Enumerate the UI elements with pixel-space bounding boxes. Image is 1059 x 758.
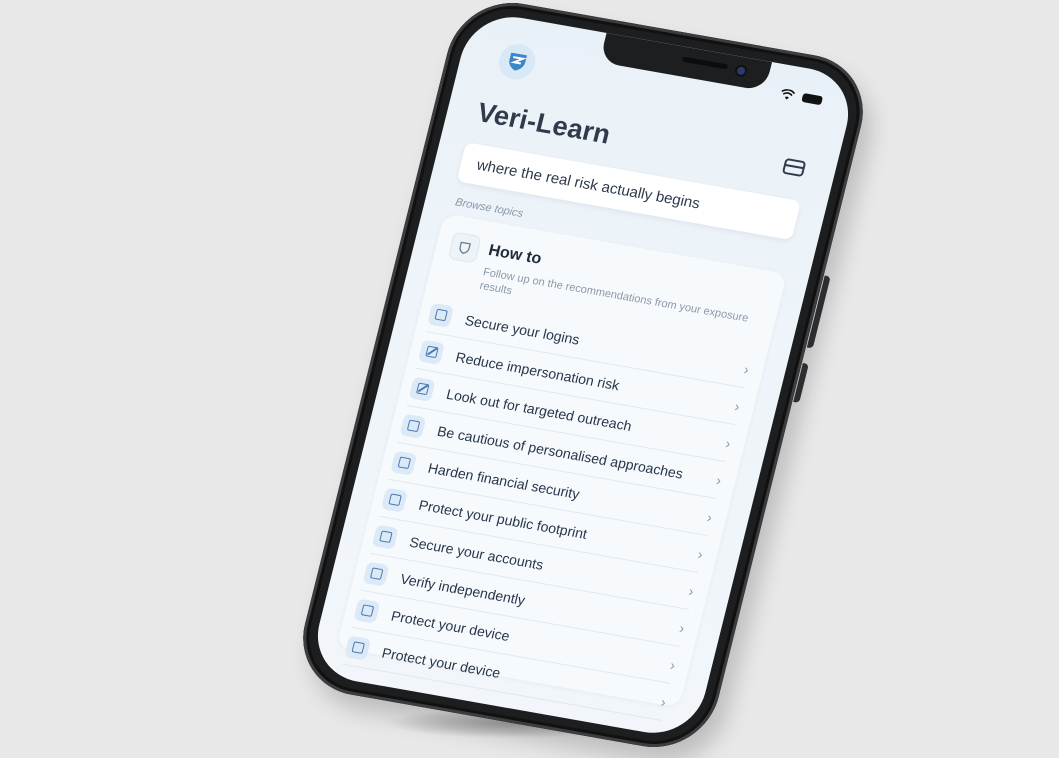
chevron-right-icon: ›	[668, 656, 678, 673]
shield-icon	[447, 231, 482, 264]
app-title: Veri-Learn	[474, 96, 614, 150]
square-icon	[390, 450, 418, 476]
wifi-icon	[781, 89, 796, 100]
chevron-right-icon: ›	[687, 582, 696, 599]
front-camera	[736, 66, 746, 76]
app-logo	[495, 41, 540, 83]
side-button-lower	[793, 363, 809, 403]
chevron-right-icon: ›	[705, 508, 715, 525]
notch	[599, 32, 773, 92]
phone-device: Veri-Learn where the real risk actually …	[290, 0, 876, 757]
square-icon	[362, 560, 390, 587]
chevron-right-icon: ›	[742, 360, 751, 378]
square-icon	[427, 302, 455, 328]
chevron-right-icon: ›	[677, 619, 687, 636]
battery-icon	[801, 92, 824, 106]
topics-card: How to Follow up on the recommendations …	[336, 213, 788, 721]
side-button	[806, 275, 831, 349]
square-icon	[371, 524, 399, 550]
shield-logo-icon	[509, 52, 527, 71]
card-icon[interactable]	[781, 157, 807, 178]
status-bar	[779, 88, 824, 106]
phone-body: Veri-Learn where the real risk actually …	[290, 0, 876, 757]
edit-square-icon	[408, 376, 436, 402]
phone-frame: Veri-Learn where the real risk actually …	[290, 0, 876, 757]
chevron-right-icon: ›	[714, 471, 724, 488]
square-icon	[399, 413, 427, 439]
edit-square-icon	[417, 339, 445, 365]
square-icon	[381, 487, 409, 513]
square-icon	[353, 597, 381, 624]
how-to-title: How to	[486, 241, 544, 268]
chevron-right-icon: ›	[659, 693, 668, 710]
topic-list: Secure your logins › Reduce impersonatio…	[342, 294, 754, 721]
square-icon	[344, 634, 372, 661]
chevron-right-icon: ›	[733, 397, 742, 414]
speaker-grille	[681, 56, 729, 70]
chevron-right-icon: ›	[696, 545, 705, 562]
phone-screen: Veri-Learn where the real risk actually …	[307, 9, 859, 741]
chevron-right-icon: ›	[723, 434, 733, 451]
